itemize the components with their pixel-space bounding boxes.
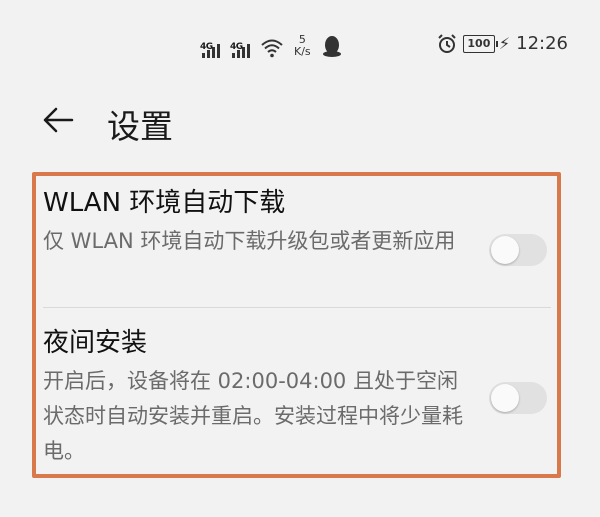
toggle-knob — [491, 384, 519, 412]
setting-title: 夜间安装 — [43, 328, 148, 358]
night-install-toggle[interactable] — [489, 382, 547, 414]
status-bar: 4G 4G 5 K/s 100 ⚡ 12:26 — [0, 0, 600, 90]
wifi-icon — [261, 39, 283, 58]
toggle-knob — [491, 236, 519, 264]
setting-title: WLAN 环境自动下载 — [43, 188, 286, 218]
settings-card: WLAN 环境自动下载 仅 WLAN 环境自动下载升级包或者更新应用 夜间安装 … — [32, 172, 561, 478]
divider — [43, 307, 551, 308]
qq-icon — [322, 36, 341, 57]
charging-icon: ⚡ — [498, 34, 511, 53]
page-header: 设置 — [0, 90, 600, 150]
back-arrow-icon[interactable] — [40, 102, 76, 138]
signal-icon: 4G — [200, 42, 220, 58]
network-type-label: 4G — [200, 42, 213, 52]
battery-level: 100 — [467, 36, 491, 50]
system-status: 100 ⚡ 12:26 — [437, 33, 568, 54]
setting-wlan-auto-download[interactable]: WLAN 环境自动下载 仅 WLAN 环境自动下载升级包或者更新应用 — [43, 184, 557, 308]
network-type-label: 4G — [230, 42, 243, 52]
network-status: 4G 4G 5 K/s — [200, 30, 343, 58]
page-title: 设置 — [107, 107, 173, 146]
setting-description: 开启后，设备将在 02:00-04:00 且处于空闲状态时自动安装并重启。安装过… — [43, 369, 463, 463]
wlan-auto-download-toggle[interactable] — [489, 234, 547, 266]
network-speed: 5 K/s — [294, 34, 311, 58]
battery-icon: 100 — [462, 34, 498, 53]
setting-night-install[interactable]: 夜间安装 开启后，设备将在 02:00-04:00 且处于空闲状态时自动安装并重… — [43, 324, 557, 474]
status-time: 12:26 — [516, 33, 568, 54]
signal-icon: 4G — [230, 42, 250, 58]
setting-description: 仅 WLAN 环境自动下载升级包或者更新应用 — [43, 229, 456, 253]
speed-unit: K/s — [294, 45, 311, 58]
alarm-icon — [438, 33, 456, 53]
